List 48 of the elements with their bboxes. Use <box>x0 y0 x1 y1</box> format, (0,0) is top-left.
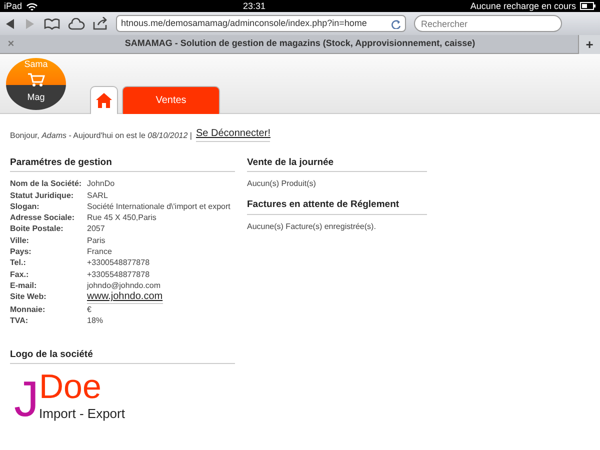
logo-text: Sama <box>24 58 48 71</box>
field-label: Adresse Sociale: <box>10 212 76 224</box>
greeting-text: Bonjour, Adams - Aujourd'hui on est le 08/10/2012 | <box>10 130 192 142</box>
field-value: Société Internationale d\'import et export <box>87 200 230 212</box>
field-label: Nom de la Société: <box>10 178 83 190</box>
field-label: Ville: <box>10 234 30 246</box>
ventes-tab[interactable]: Ventes <box>122 86 220 114</box>
field-value: +3300548877878 <box>87 257 150 269</box>
field-value: 18% <box>87 314 104 326</box>
field-value: Paris <box>87 234 106 246</box>
url-text: htnous.me/demosamamag/adminconsole/index.php?in=home <box>121 16 367 30</box>
field-value: SARL <box>87 190 108 201</box>
field-value: johndo@johndo.com <box>87 280 161 292</box>
field-label: E-mail: <box>10 280 38 292</box>
field-value: JohnDo <box>87 178 115 190</box>
field-value: 2057 <box>87 223 105 235</box>
field-label: Statut Juridique: <box>10 190 75 201</box>
logo-tagline: Import - Export <box>39 405 125 424</box>
field-label: Slogan: <box>10 200 40 212</box>
field-label: Site Web: <box>10 291 48 304</box>
logo-text: Mag <box>27 90 45 104</box>
section-heading: Factures en attente de Réglement <box>247 198 427 214</box>
field-label: Tel.: <box>10 257 27 269</box>
section-heading: Logo de la société <box>10 348 235 364</box>
new-tab-button[interactable]: + <box>578 34 600 54</box>
device-name: iPad <box>4 0 22 12</box>
field-label: TVA: <box>10 314 30 326</box>
field-value: +3305548877878 <box>87 268 150 280</box>
battery-status: Aucune recharge en cours <box>470 0 576 12</box>
empty-message: Aucune(s) Facture(s) enregistrée(s). <box>247 220 377 232</box>
search-field[interactable]: Rechercher <box>414 15 562 32</box>
field-value: Rue 45 X 450,Paris <box>87 212 156 224</box>
browser-tab-title[interactable]: SAMAMAG - Solution de gestion de magazins (Stock, Approvisionnement, caisse) <box>22 37 578 51</box>
field-value: France <box>87 246 112 258</box>
logo-name: Doe <box>39 370 102 404</box>
field-label: Monnaie: <box>10 304 46 315</box>
section-heading: Paramétres de gestion <box>10 156 235 172</box>
clock: 23:31 <box>242 0 266 12</box>
url-field[interactable]: htnous.me/demosamamag/adminconsole/index.php?in=home <box>116 15 406 32</box>
website-link[interactable]: www.johndo.com <box>87 291 163 304</box>
field-value: € <box>87 304 92 315</box>
field-label: Boite Postale: <box>10 223 64 235</box>
field-label: Pays: <box>10 246 32 258</box>
field-label: Fax.: <box>10 268 30 280</box>
empty-message: Aucun(s) Produit(s) <box>247 178 317 190</box>
logo-initial: J <box>14 374 39 424</box>
section-heading: Vente de la journée <box>247 156 427 172</box>
logout-link[interactable]: Se Déconnecter! <box>196 126 270 142</box>
